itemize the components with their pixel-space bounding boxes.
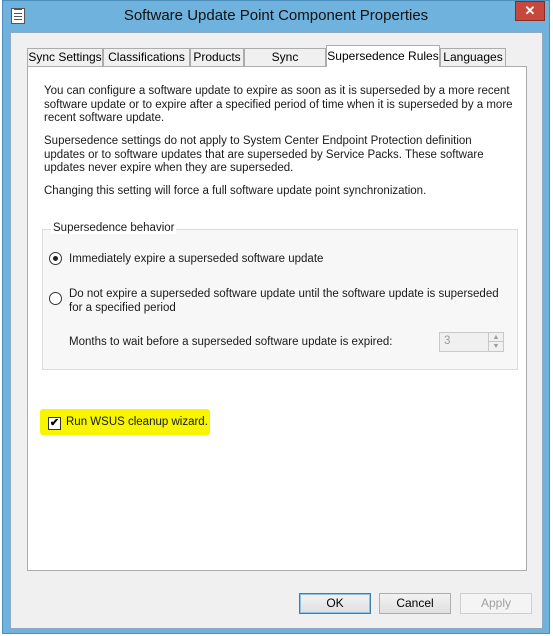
chevron-up-icon[interactable]: ▲ bbox=[488, 333, 503, 342]
ok-button[interactable]: OK bbox=[299, 593, 371, 614]
group-label: Supersedence behavior bbox=[51, 222, 177, 234]
months-stepper[interactable]: 3 ▲ ▼ bbox=[439, 332, 504, 352]
radio-immediate-expire-label[interactable]: Immediately expire a superseded software… bbox=[69, 252, 323, 266]
intro-text: You can configure a software update to e… bbox=[44, 85, 513, 124]
apply-button[interactable]: Apply bbox=[460, 593, 532, 614]
cleanup-checkbox-label[interactable]: Run WSUS cleanup wizard. bbox=[66, 416, 208, 428]
tab-classifications[interactable]: Classifications bbox=[103, 48, 190, 66]
close-icon: ✕ bbox=[524, 3, 536, 18]
cancel-button[interactable]: Cancel bbox=[379, 593, 451, 614]
tab-supersedence-rules[interactable]: Supersedence Rules bbox=[326, 45, 440, 67]
window-title: Software Update Point Component Properti… bbox=[123, 7, 429, 24]
close-button[interactable]: ✕ bbox=[515, 1, 545, 21]
supersedence-rules-panel: You can configure a software update to e… bbox=[27, 66, 527, 571]
properties-window: Software Update Point Component Properti… bbox=[2, 0, 550, 634]
chevron-down-icon[interactable]: ▼ bbox=[488, 342, 503, 351]
tab-languages[interactable]: Languages bbox=[440, 48, 506, 66]
radio-delay-expire[interactable] bbox=[49, 292, 62, 305]
tab-sync-settings[interactable]: Sync Settings bbox=[27, 48, 103, 66]
dialog-client-area: Sync Settings Classifications Products S… bbox=[10, 32, 543, 629]
title-bar[interactable]: Software Update Point Component Properti… bbox=[3, 1, 549, 31]
note-text: Supersedence settings do not apply to Sy… bbox=[44, 135, 484, 174]
months-label: Months to wait before a superseded softw… bbox=[69, 336, 393, 348]
radio-delay-expire-label[interactable]: Do not expire a superseded software upda… bbox=[69, 287, 509, 315]
checkmark-icon: ✔ bbox=[49, 417, 60, 429]
supersedence-behavior-group: Supersedence behavior Immediately expire… bbox=[42, 222, 518, 370]
months-value[interactable]: 3 bbox=[444, 335, 450, 347]
radio-immediate-expire[interactable] bbox=[49, 252, 62, 265]
tab-sync-schedule[interactable]: Sync Schedule bbox=[244, 48, 326, 81]
tab-products[interactable]: Products bbox=[190, 48, 244, 66]
warning-text: Changing this setting will force a full … bbox=[44, 185, 427, 197]
cleanup-checkbox[interactable]: ✔ bbox=[48, 417, 61, 430]
